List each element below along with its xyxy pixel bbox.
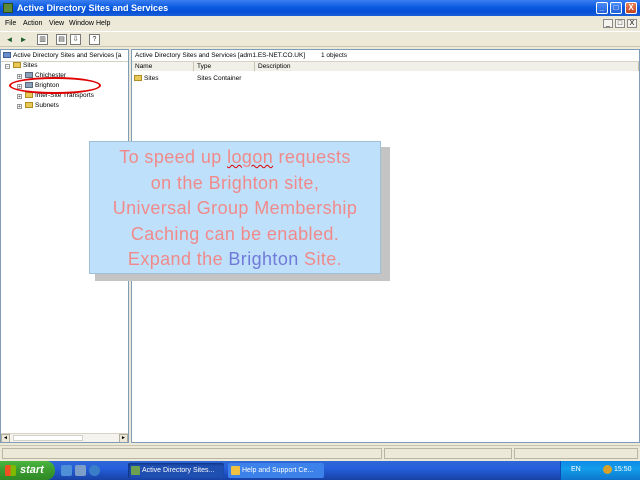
ad-task-icon xyxy=(131,466,140,475)
expand-subnets-icon[interactable]: + xyxy=(17,104,22,110)
callout-line-4: Caching can be enabled. xyxy=(130,223,340,244)
task-help-and-support[interactable]: Help and Support Ce... xyxy=(228,463,324,478)
scroll-left-icon[interactable]: ◄ xyxy=(1,434,10,442)
menu-action[interactable]: Action xyxy=(23,19,42,28)
status-panel xyxy=(2,448,382,459)
quicklaunch-desktop-icon[interactable] xyxy=(61,465,72,476)
folder-icon xyxy=(25,92,33,99)
status-panel xyxy=(384,448,512,459)
results-count: 1 objects xyxy=(321,52,348,59)
column-name[interactable]: Name xyxy=(132,62,194,71)
column-description[interactable]: Description xyxy=(255,62,639,71)
column-type[interactable]: Type xyxy=(194,62,255,71)
menu-view[interactable]: View xyxy=(49,19,64,28)
callout-line-3: Universal Group Membership xyxy=(112,198,358,219)
row-name: Sites xyxy=(144,75,159,82)
system-tray: EN 15:50 xyxy=(560,461,640,480)
callout-line-1: To speed up logon requests xyxy=(90,145,380,171)
tree-item-sites[interactable]: Sites xyxy=(13,62,37,70)
close-button[interactable]: X xyxy=(625,2,637,14)
task-label: Help and Support Ce... xyxy=(242,467,314,474)
forward-icon[interactable]: ► xyxy=(18,34,29,45)
mdi-minimize-button[interactable]: _ xyxy=(603,19,613,28)
expand-transports-icon[interactable]: + xyxy=(17,94,22,100)
help-icon[interactable]: ? xyxy=(89,34,100,45)
callout-line-2: on the Brighton site, xyxy=(150,172,320,193)
task-active-directory[interactable]: Active Directory Sites... xyxy=(128,463,224,478)
tree-root-label: Active Directory Sites and Services [a xyxy=(13,52,122,59)
folder-icon xyxy=(13,62,21,69)
start-button[interactable]: start xyxy=(0,461,55,480)
title-bar[interactable]: Active Directory Sites and Services _ □ … xyxy=(0,0,640,16)
callout-text: Site. xyxy=(298,249,343,270)
menu-help[interactable]: Help xyxy=(96,19,110,28)
start-label: start xyxy=(20,464,44,476)
instruction-callout: To speed up logon requests on the Bright… xyxy=(89,141,381,274)
callout-text: logon xyxy=(227,147,274,167)
maximize-button[interactable]: □ xyxy=(610,2,622,14)
results-header: Active Directory Sites and Services [adm… xyxy=(132,50,639,62)
collapse-sites-icon[interactable]: − xyxy=(5,64,10,70)
app-icon xyxy=(3,3,13,13)
ad-sites-icon xyxy=(3,52,11,59)
tree-item-subnets[interactable]: Subnets xyxy=(25,102,59,110)
scroll-thumb[interactable] xyxy=(13,435,83,441)
expand-chichester-icon[interactable]: + xyxy=(17,74,22,80)
export-list-icon[interactable]: ⇩ xyxy=(70,34,81,45)
callout-text: To speed up xyxy=(119,147,228,167)
tree-root-node[interactable]: Active Directory Sites and Services [a xyxy=(3,52,121,60)
menu-file[interactable]: File xyxy=(5,19,16,28)
tray-app-icon[interactable] xyxy=(603,465,612,474)
window-title: Active Directory Sites and Services xyxy=(17,3,169,13)
scroll-right-icon[interactable]: ► xyxy=(119,434,128,442)
back-icon[interactable]: ◄ xyxy=(4,34,15,45)
horizontal-scrollbar[interactable]: ◄ ► xyxy=(1,433,128,442)
menu-window[interactable]: Window xyxy=(69,19,94,28)
quicklaunch-ie-icon[interactable] xyxy=(89,465,100,476)
mdi-close-button[interactable]: X xyxy=(627,19,637,28)
results-path: Active Directory Sites and Services [adm… xyxy=(135,52,306,59)
language-indicator[interactable]: EN xyxy=(571,466,581,473)
status-panel xyxy=(514,448,638,459)
show-hide-tree-icon[interactable]: ▥ xyxy=(37,34,48,45)
mdi-restore-button[interactable]: □ xyxy=(615,19,625,28)
row-type: Sites Container xyxy=(197,75,242,82)
callout-line-5: Expand the Brighton Site. xyxy=(90,247,380,273)
help-task-icon xyxy=(231,466,240,475)
toolbar: ◄ ► ▥ ▤ ⇩ ? xyxy=(0,31,640,47)
quicklaunch-explorer-icon[interactable] xyxy=(75,465,86,476)
folder-icon xyxy=(25,102,33,109)
callout-text: Expand the xyxy=(127,249,229,270)
properties-icon[interactable]: ▤ xyxy=(56,34,67,45)
tree-item-label: Sites xyxy=(23,62,38,69)
list-item[interactable]: Sites xyxy=(134,75,158,83)
folder-icon xyxy=(134,75,142,82)
status-bar xyxy=(0,445,640,461)
task-label: Active Directory Sites... xyxy=(142,467,215,474)
callout-highlight: Brighton xyxy=(228,249,299,270)
windows-logo-icon xyxy=(5,465,16,476)
tree-item-label: Subnets xyxy=(35,102,59,109)
clock[interactable]: 15:50 xyxy=(614,466,632,473)
annotation-ellipse xyxy=(9,77,101,94)
taskbar: start Active Directory Sites... Help and… xyxy=(0,461,640,480)
callout-text: requests xyxy=(273,147,351,167)
minimize-button[interactable]: _ xyxy=(596,2,608,14)
menu-bar: File Action View Window Help xyxy=(0,17,640,30)
tree-header: Active Directory Sites and Services [a xyxy=(1,50,128,62)
